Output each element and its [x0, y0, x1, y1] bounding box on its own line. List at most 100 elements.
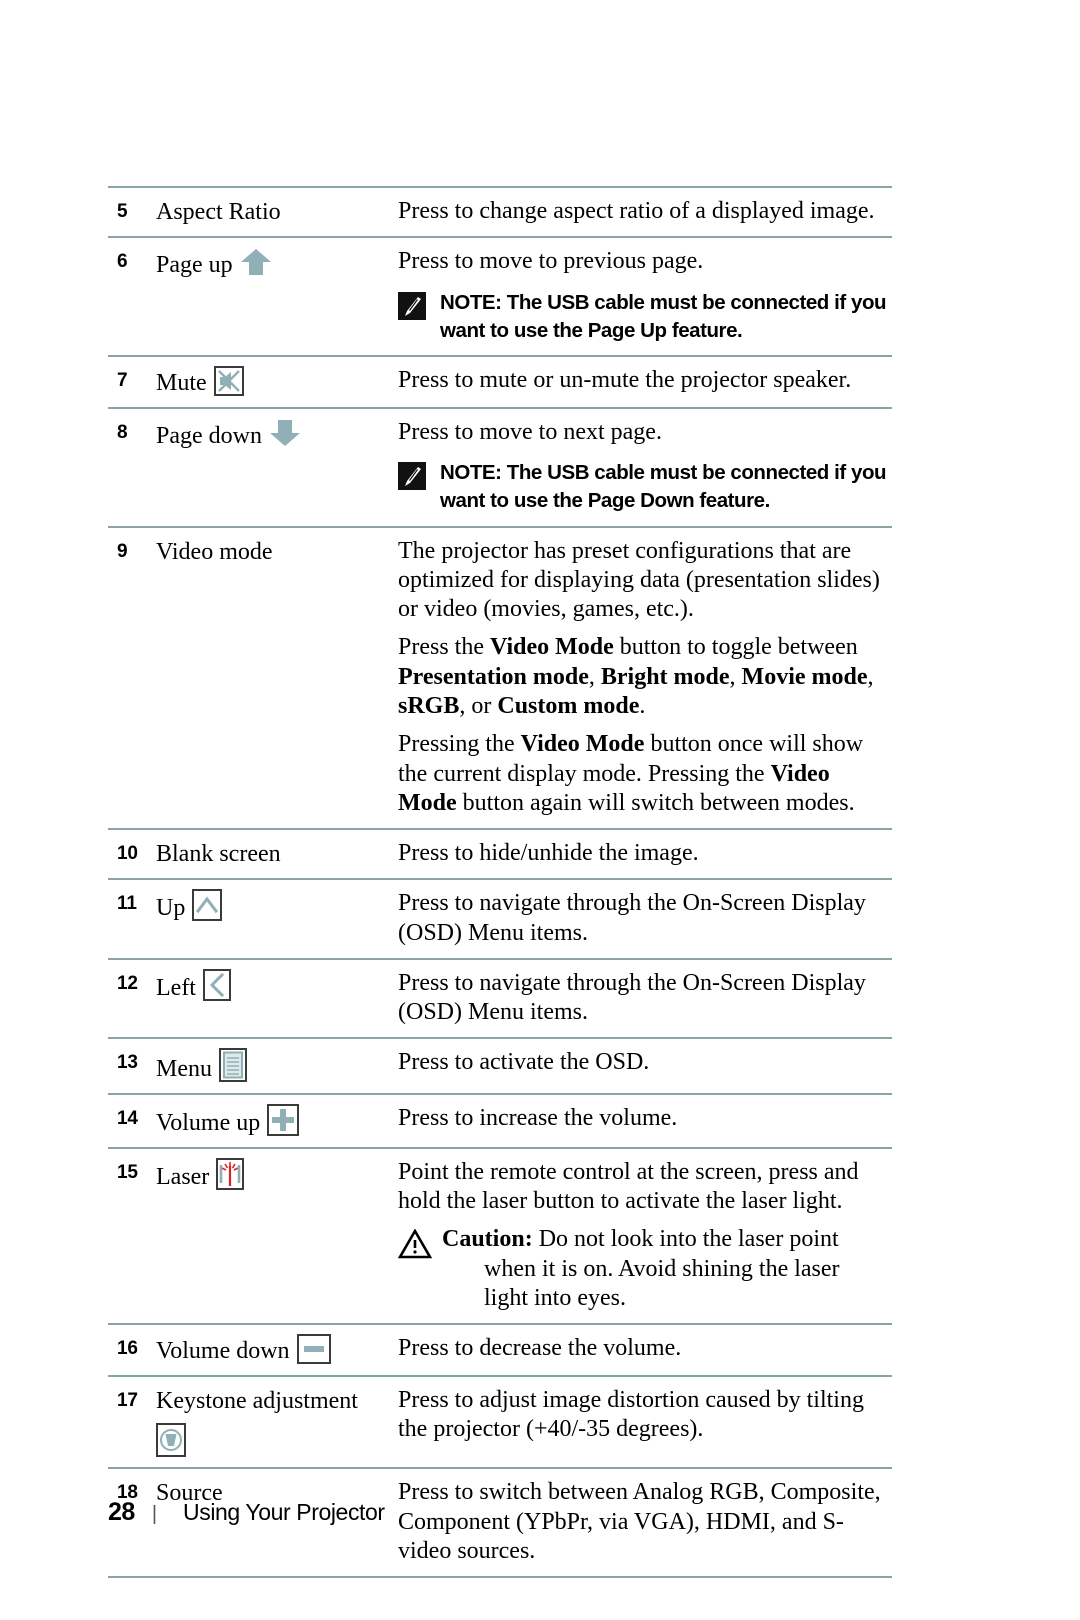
row-function-name: Mute [146, 357, 398, 407]
note-text: NOTE: The USB cable must be connected if… [440, 289, 888, 346]
keystone-boxed-icon [156, 1422, 186, 1457]
plus-boxed-icon [267, 1104, 300, 1137]
row-description: Press to navigate through the On-Screen … [398, 880, 892, 958]
row-index: 11 [117, 893, 137, 915]
description-paragraph: Press to change aspect ratio of a displa… [398, 198, 875, 224]
mute-icon [213, 366, 244, 397]
row-function-name: Laser [146, 1149, 398, 1323]
description-paragraph: Press to increase the volume. [398, 1105, 678, 1132]
note-text: NOTE: The USB cable must be connected if… [440, 459, 888, 516]
function-label: Page up [156, 252, 233, 279]
row-description: Press to mute or un-mute the projector s… [398, 357, 892, 407]
table-row: 6 Page up Press to move to previous page. N… [108, 236, 892, 355]
chevron-up-boxed-icon [192, 889, 223, 922]
note-callout: NOTE: The USB cable must be connected if… [398, 289, 888, 346]
table-row: 12 Left Press to navigate through the On-S… [108, 957, 892, 1038]
row-index: 7 [117, 370, 128, 392]
description-paragraph: Press to move to next page. [398, 418, 662, 445]
row-function-name: Volume up [146, 1095, 398, 1147]
row-description: Press to activate the OSD. [398, 1039, 892, 1093]
row-index: 9 [117, 540, 128, 562]
row-function-name: Video mode [146, 528, 398, 828]
function-label: Blank screen [156, 841, 281, 868]
laser-boxed-icon [216, 1157, 245, 1190]
description-paragraph: Press to move to previous page. [398, 248, 704, 275]
arrow-down-solid-icon [268, 418, 302, 457]
row-index: 15 [117, 1161, 138, 1183]
arrow-up-solid-icon [239, 247, 273, 286]
menu-boxed-icon [219, 1048, 247, 1083]
table-row: 5 Aspect Ratio Press to change aspect rati… [108, 186, 892, 236]
function-label: Up [156, 895, 186, 922]
row-description: Press to navigate through the On-Screen … [398, 960, 892, 1038]
page-number: 28 [108, 1498, 135, 1526]
caution-message: Do not look into the laser point [538, 1226, 839, 1253]
row-index: 13 [117, 1052, 138, 1074]
minus-boxed-icon [296, 1334, 331, 1365]
table-row: 10 Blank screen Press to hide/unhide the i… [108, 828, 892, 878]
note-label: NOTE: [440, 461, 502, 485]
manual-page: 5 Aspect Ratio Press to change aspect rati… [0, 0, 1080, 1620]
row-function-name: Keystone adjustment [146, 1377, 398, 1467]
row-function-name: Menu [146, 1039, 398, 1093]
description-paragraph: Press to navigate through the On-Screen … [398, 890, 866, 946]
note-pencil-icon [398, 462, 426, 498]
note-callout: NOTE: The USB cable must be connected if… [398, 459, 888, 516]
row-function-name: Left [146, 960, 398, 1038]
description-paragraph: Point the remote control at the screen, … [398, 1158, 859, 1215]
description-paragraph: Pressing the Video Mode button once will… [398, 731, 864, 816]
function-label: Video mode [156, 538, 273, 565]
table-row: 15 Laser Point the remote control at the s… [108, 1146, 892, 1323]
caution-callout: Caution: Do not look into the laser poin… [397, 1225, 888, 1313]
table-row: 11 Up Press to navigate through the On-Scr… [108, 878, 892, 958]
row-description: The projector has preset configurations … [398, 528, 892, 828]
row-index: 14 [117, 1108, 138, 1130]
description-paragraph: Press to hide/unhide the image. [398, 840, 699, 867]
table-row: 13 Menu Press to activate the OSD. [108, 1037, 892, 1093]
table-row: 8 Page down Press to move to next page. NOT… [108, 406, 892, 526]
page-footer: 28 | Using Your Projector [108, 1498, 892, 1527]
function-label: Volume up [156, 1110, 261, 1137]
table-row: 14 Volume up Press to increase the volume. [108, 1093, 892, 1147]
row-function-name: Up [146, 880, 398, 958]
row-function-name: Page down [146, 409, 398, 526]
row-function-name: Page up [146, 238, 398, 355]
warning-triangle-icon [397, 1228, 433, 1267]
row-index: 6 [117, 251, 128, 273]
row-index: 12 [117, 972, 138, 994]
table-row: 16 Volume down Press to decrease the volum… [108, 1323, 892, 1375]
function-label: Laser [156, 1163, 210, 1190]
note-message: The USB cable must be connected if you w… [440, 290, 887, 342]
row-index: 5 [117, 201, 128, 222]
row-description: Press to decrease the volume. [398, 1325, 892, 1375]
table-row: 17 Keystone adjustment Press to adjust ima… [108, 1374, 892, 1467]
table-row: 9 Video mode The projector has preset conf… [108, 525, 892, 828]
row-index: 8 [117, 421, 128, 443]
caution-message-continued: when it is on. Avoid shining the laser l… [484, 1255, 840, 1311]
table-row: 7 Mute Press to mute or un-mute the projec… [108, 355, 892, 407]
remote-control-reference-table: 5 Aspect Ratio Press to change aspect rati… [108, 186, 892, 1579]
description-paragraph: Press to activate the OSD. [398, 1049, 650, 1076]
function-label: Keystone adjustment [156, 1387, 358, 1414]
description-paragraph: Press to mute or un-mute the projector s… [398, 367, 852, 394]
note-message: The USB cable must be connected if you w… [440, 461, 887, 513]
function-label: Mute [156, 370, 207, 397]
caution-label: Caution: [442, 1226, 533, 1253]
footer-separator: | [151, 1503, 158, 1525]
description-paragraph: Press to adjust image distortion caused … [398, 1386, 864, 1443]
row-description: Press to adjust image distortion caused … [398, 1377, 892, 1467]
row-description: Point the remote control at the screen, … [397, 1149, 892, 1323]
description-paragraph: The projector has preset configurations … [398, 537, 880, 623]
function-label: Left [156, 974, 196, 1001]
description-paragraph: Press to navigate through the On-Screen … [398, 969, 866, 1026]
row-description: Press to move to next page. NOTE: The USB… [398, 409, 892, 526]
row-description: Press to move to previous page. NOTE: The… [398, 238, 892, 355]
function-label: Page down [156, 422, 262, 449]
row-index: 17 [117, 1389, 138, 1411]
caution-text: Caution: Do not look into the laser poin… [442, 1225, 888, 1313]
row-description: Press to increase the volume. [398, 1095, 892, 1147]
row-function-name: Aspect Ratio [146, 188, 398, 236]
description-paragraph: Press the Video Mode button to toggle be… [398, 634, 874, 719]
note-pencil-icon [398, 291, 426, 328]
function-label: Aspect Ratio [156, 199, 281, 225]
